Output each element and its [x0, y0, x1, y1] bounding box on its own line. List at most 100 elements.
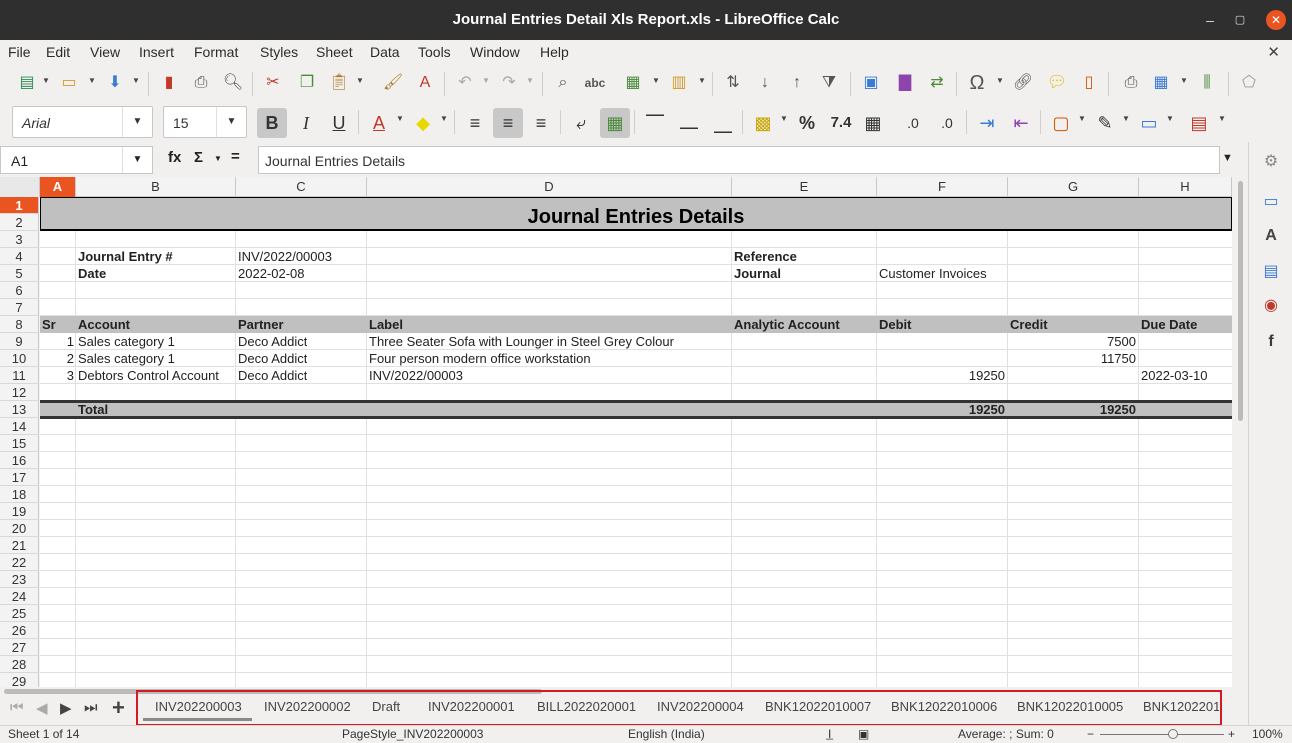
column-header-d[interactable]: D	[367, 177, 732, 197]
row-header[interactable]: 12	[0, 384, 39, 401]
row-header[interactable]: 6	[0, 282, 39, 299]
export-pdf-icon[interactable]: ▮	[158, 72, 180, 94]
row-header[interactable]: 13	[0, 401, 39, 418]
conditional-format-icon[interactable]: ▤	[1184, 108, 1214, 138]
sheet-tab[interactable]: INV202200001	[428, 699, 515, 714]
cell-grid[interactable]: Journal Entries Details Journal Entry # …	[40, 197, 1232, 687]
page-style[interactable]: PageStyle_INV202200003	[342, 727, 483, 741]
styles-icon[interactable]: A	[1259, 224, 1283, 248]
date-format-icon[interactable]: ▦	[858, 108, 888, 138]
clone-formatting-icon[interactable]: 🖌︎	[382, 72, 404, 94]
menu-tools[interactable]: Tools	[418, 44, 451, 60]
sheet-tab[interactable]: INV202200004	[657, 699, 744, 714]
menu-insert[interactable]: Insert	[139, 44, 174, 60]
row-header[interactable]: 10	[0, 350, 39, 367]
row-header[interactable]: 23	[0, 571, 39, 588]
expand-formula-icon[interactable]: ▼	[1222, 152, 1233, 164]
column-header-g[interactable]: G	[1008, 177, 1139, 197]
center-vertically-icon[interactable]: ⎼	[674, 108, 704, 138]
row-header[interactable]: 28	[0, 656, 39, 673]
save-icon[interactable]: ⬇	[104, 72, 126, 94]
column-header-h[interactable]: H	[1139, 177, 1232, 197]
gallery-icon[interactable]: ▤	[1259, 260, 1283, 284]
row-header[interactable]: 2	[0, 214, 39, 231]
menu-styles[interactable]: Styles	[260, 44, 298, 60]
pivot-table-icon[interactable]: ⇄	[926, 72, 948, 94]
column-icon[interactable]: ▥	[668, 72, 690, 94]
row-header[interactable]: 3	[0, 231, 39, 248]
chevron-down-icon[interactable]: ▼	[122, 107, 152, 137]
sheet-tab[interactable]: BNK12022010005	[1017, 699, 1123, 714]
row-header[interactable]: 22	[0, 554, 39, 571]
align-left-icon[interactable]: ≡	[460, 108, 490, 138]
wrap-text-icon[interactable]: ⤶	[566, 108, 596, 138]
row-header[interactable]: 16	[0, 452, 39, 469]
shapes-icon[interactable]: ⬠	[1238, 72, 1260, 94]
decrease-indent-icon[interactable]: ⇤	[1006, 108, 1036, 138]
font-size-box[interactable]: 15 ▼	[163, 106, 247, 138]
close-icon[interactable]: ✕	[1266, 10, 1286, 30]
function-wizard-icon[interactable]: fx	[168, 149, 181, 166]
add-sheet-icon[interactable]: +	[112, 695, 125, 721]
redo-icon[interactable]: ↷	[498, 72, 520, 94]
sheet-tab[interactable]: BNK12022010006	[891, 699, 997, 714]
zoom-slider-knob[interactable]	[1168, 729, 1178, 739]
bold-button[interactable]: B	[257, 108, 287, 138]
percent-format-icon[interactable]: %	[792, 108, 822, 138]
row-header[interactable]: 25	[0, 605, 39, 622]
header-footer-icon[interactable]: ▯	[1078, 72, 1100, 94]
sum-icon[interactable]: Σ	[194, 149, 203, 166]
zoom-in-icon[interactable]: +	[1228, 727, 1235, 741]
first-sheet-icon[interactable]: ⏮	[10, 699, 24, 716]
highlight-color-icon[interactable]: ◆	[408, 108, 438, 138]
row-header[interactable]: 17	[0, 469, 39, 486]
formula-input[interactable]: Journal Entries Details	[258, 146, 1220, 174]
underline-button[interactable]: U	[324, 108, 354, 138]
row-header[interactable]: 1	[0, 197, 39, 214]
split-window-icon[interactable]: ⫼	[1196, 72, 1218, 94]
clear-formatting-icon[interactable]: A	[414, 72, 436, 94]
align-center-icon[interactable]: ≡	[493, 108, 523, 138]
sort-ascending-icon[interactable]: ↓	[754, 72, 776, 94]
last-sheet-icon[interactable]: ⏭	[84, 699, 98, 716]
close-document-icon[interactable]: ✕	[1267, 43, 1280, 61]
row-header[interactable]: 8	[0, 316, 39, 333]
selection-mode-icon[interactable]: I̲	[828, 727, 831, 741]
increase-indent-icon[interactable]: ⇥	[972, 108, 1002, 138]
number-format-icon[interactable]: 7.4	[826, 108, 856, 138]
sheet-tab[interactable]: BNK12022010004	[1143, 699, 1219, 714]
menu-help[interactable]: Help	[540, 44, 569, 60]
row-icon[interactable]: ▦	[622, 72, 644, 94]
sort-icon[interactable]: ⇅	[722, 72, 744, 94]
column-header-b[interactable]: B	[76, 177, 236, 197]
next-sheet-icon[interactable]: ▶	[60, 699, 72, 717]
zoom-level[interactable]: 100%	[1252, 727, 1283, 741]
currency-format-icon[interactable]: ▩	[748, 108, 778, 138]
italic-button[interactable]: I	[291, 108, 321, 138]
comment-icon[interactable]: 💬︎	[1046, 72, 1068, 94]
row-header[interactable]: 9	[0, 333, 39, 350]
row-header[interactable]: 5	[0, 265, 39, 282]
menu-window[interactable]: Window	[470, 44, 520, 60]
freeze-rows-icon[interactable]: ▦	[1150, 72, 1172, 94]
add-decimal-icon[interactable]: .0	[898, 108, 928, 138]
print-icon[interactable]: ⎙	[190, 72, 212, 94]
font-name-box[interactable]: Arial ▼	[12, 106, 153, 138]
menu-format[interactable]: Format	[194, 44, 238, 60]
sheet-tab[interactable]: Draft	[372, 699, 400, 714]
column-header-e[interactable]: E	[732, 177, 877, 197]
zoom-out-icon[interactable]: −	[1087, 727, 1094, 741]
menu-edit[interactable]: Edit	[46, 44, 70, 60]
insert-chart-icon[interactable]: ▇	[894, 72, 916, 94]
insert-image-icon[interactable]: ▣	[860, 72, 882, 94]
language[interactable]: English (India)	[628, 727, 705, 741]
special-character-icon[interactable]: Ω	[966, 72, 988, 94]
row-header[interactable]: 24	[0, 588, 39, 605]
sheet-tab[interactable]: INV202200003	[155, 699, 242, 714]
chevron-down-icon[interactable]: ▼	[216, 107, 246, 137]
column-header-a[interactable]: A	[40, 177, 76, 197]
align-top-icon[interactable]: ⎺	[640, 108, 670, 138]
border-style-icon[interactable]: ✎	[1090, 108, 1120, 138]
sheet-tab[interactable]: INV202200002	[264, 699, 351, 714]
chevron-down-icon[interactable]: ▼	[122, 147, 152, 173]
